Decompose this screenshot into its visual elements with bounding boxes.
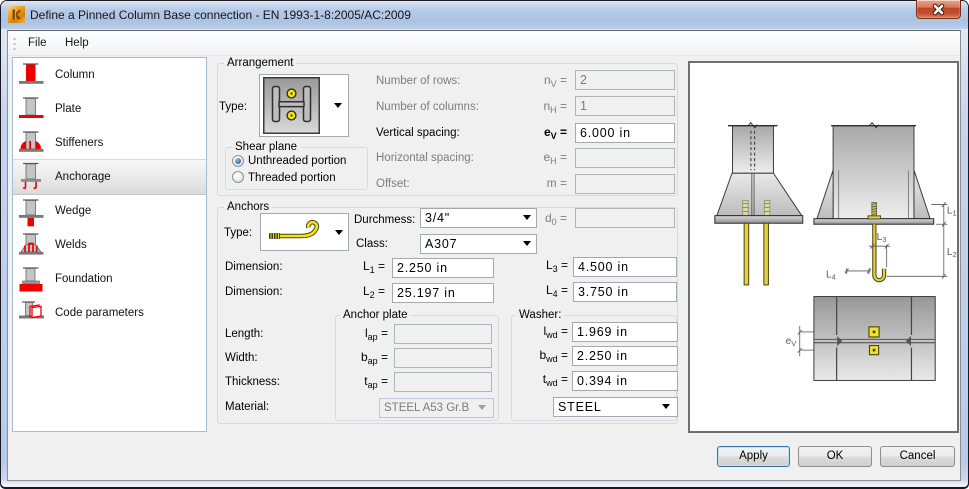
svg-text:L4: L4 — [826, 269, 836, 281]
svg-text:L1: L1 — [947, 206, 957, 218]
svg-text:L2: L2 — [947, 247, 957, 259]
svg-text:eV: eV — [786, 336, 798, 348]
svg-text:L3: L3 — [877, 232, 887, 244]
